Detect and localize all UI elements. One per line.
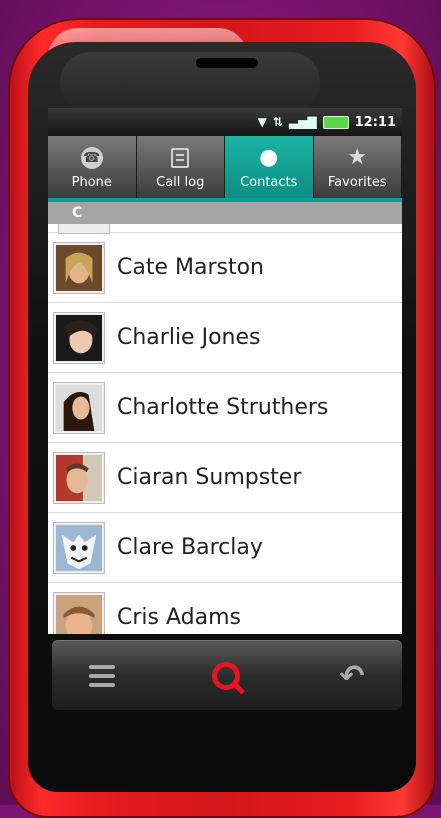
back-icon: ↶ — [339, 658, 365, 694]
avatar[interactable] — [53, 311, 105, 364]
tab-label: Phone — [71, 174, 112, 190]
list-item[interactable]: Clare Barclay — [48, 513, 402, 583]
status-bar: ▼ ⇅ ▃▅▇ 12:11 — [48, 108, 402, 136]
list-item[interactable]: Charlie Jones — [48, 303, 402, 373]
section-header: C — [48, 202, 402, 224]
star-icon: ★ — [347, 145, 368, 170]
list-item[interactable]: Ciaran Sumpster — [48, 443, 402, 513]
menu-button[interactable] — [80, 654, 124, 698]
avatar[interactable] — [53, 241, 105, 294]
tab-label: Contacts — [240, 174, 298, 190]
contact-name: Cris Adams — [117, 605, 241, 630]
contact-name: Cate Marston — [117, 255, 264, 280]
tab-phone[interactable]: ☎ Phone — [48, 136, 137, 198]
screen: ▼ ⇅ ▃▅▇ 12:11 ☎ Phone Call log ● Contact… — [48, 108, 402, 634]
tab-label: Call log — [156, 174, 205, 190]
phone-icon: ☎ — [79, 145, 105, 171]
data-transfer-icon: ⇅ — [272, 115, 283, 129]
contact-list[interactable]: Cate Marston Charlie Jones Charlotte Str… — [48, 224, 402, 634]
status-time: 12:11 — [354, 114, 396, 130]
wifi-icon: ▼ — [257, 115, 267, 129]
battery-icon — [322, 115, 349, 129]
search-icon — [212, 662, 240, 690]
menu-icon — [89, 665, 115, 687]
tab-call-log[interactable]: Call log — [136, 136, 225, 198]
earpiece-speaker — [196, 58, 258, 68]
contact-name: Charlotte Struthers — [117, 395, 329, 420]
call-log-icon — [167, 145, 193, 171]
list-item[interactable]: Cate Marston — [48, 233, 402, 303]
avatar[interactable] — [53, 451, 105, 504]
tab-favorites[interactable]: ★ Favorites — [313, 136, 402, 198]
tab-bar: ☎ Phone Call log ● Contacts ★ Favorites — [48, 136, 402, 198]
avatar[interactable] — [53, 591, 105, 634]
tab-contacts[interactable]: ● Contacts — [225, 136, 314, 198]
bezel-highlight — [60, 52, 320, 112]
back-button[interactable]: ↶ — [330, 654, 374, 698]
contacts-icon: ● — [259, 145, 279, 170]
tab-label: Favorites — [327, 174, 387, 190]
search-button[interactable] — [204, 654, 248, 698]
contact-name: Clare Barclay — [117, 535, 263, 560]
navigation-bar: ↶ — [52, 640, 402, 710]
list-item[interactable]: Cris Adams — [48, 583, 402, 634]
contact-name: Charlie Jones — [117, 325, 261, 350]
list-item-partial — [48, 224, 402, 234]
signal-icon: ▃▅▇ — [288, 115, 317, 129]
contact-name: Ciaran Sumpster — [117, 465, 302, 490]
list-item[interactable]: Charlotte Struthers — [48, 373, 402, 443]
avatar[interactable] — [53, 521, 105, 574]
avatar — [58, 224, 110, 234]
avatar[interactable] — [53, 381, 105, 434]
